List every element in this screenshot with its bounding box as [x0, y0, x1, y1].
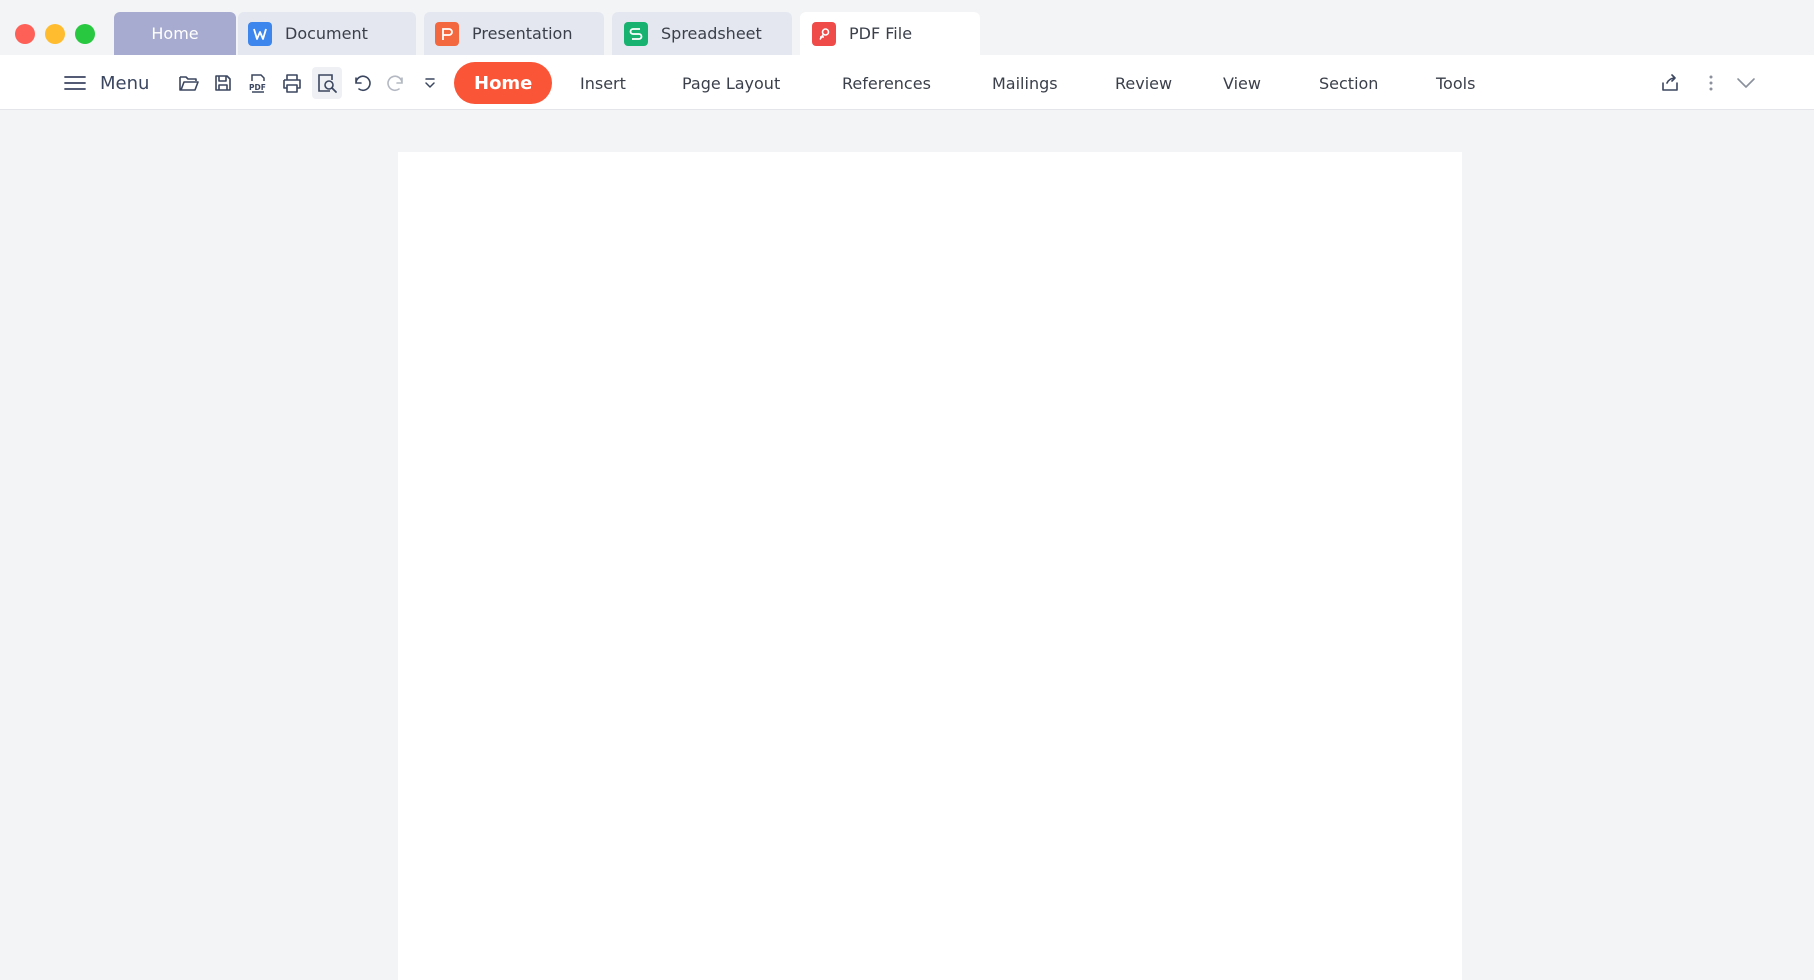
- menu-button[interactable]: Menu: [64, 67, 149, 99]
- ribbon-tab-mailings[interactable]: Mailings: [992, 68, 1058, 98]
- tab-home[interactable]: Home: [114, 12, 236, 55]
- window-maximize-button[interactable]: [75, 24, 95, 44]
- ribbon-tab-view[interactable]: View: [1223, 68, 1261, 98]
- collapse-ribbon-icon[interactable]: [1732, 69, 1760, 97]
- redo-icon[interactable]: [382, 69, 410, 97]
- menu-label: Menu: [100, 72, 150, 94]
- tab-presentation-label: Presentation: [472, 24, 573, 43]
- ribbon-tab-tools[interactable]: Tools: [1436, 68, 1475, 98]
- ribbon-tab-home[interactable]: Home: [454, 62, 553, 104]
- spreadsheet-icon: [624, 21, 648, 46]
- tab-home-label: Home: [151, 24, 199, 43]
- svg-text:PDF: PDF: [249, 83, 266, 92]
- ribbon-tab-insert[interactable]: Insert: [580, 68, 626, 98]
- window-minimize-button[interactable]: [45, 24, 65, 44]
- undo-icon[interactable]: [348, 69, 376, 97]
- print-preview-icon[interactable]: [312, 67, 342, 99]
- writer-doc-icon: [248, 21, 272, 46]
- tab-document-label: Document: [285, 24, 368, 43]
- tab-document[interactable]: Document: [238, 12, 416, 55]
- ribbon-tab-references[interactable]: References: [842, 68, 931, 98]
- export-pdf-icon[interactable]: PDF: [244, 69, 272, 97]
- tab-spreadsheet-label: Spreadsheet: [661, 24, 762, 43]
- document-page[interactable]: [398, 152, 1462, 980]
- more-options-icon[interactable]: [1697, 69, 1725, 97]
- presentation-icon: [435, 21, 459, 46]
- open-folder-icon[interactable]: [175, 69, 203, 97]
- ribbon-tab-review[interactable]: Review: [1115, 68, 1172, 98]
- save-icon[interactable]: [209, 69, 237, 97]
- ribbon-toolbar: Menu PDF Home Insert Page Layout Referen…: [0, 55, 1814, 110]
- tab-spreadsheet[interactable]: Spreadsheet: [612, 12, 792, 55]
- app-window: Home Document Presentation Spreadsheet P: [0, 0, 1814, 980]
- tab-presentation[interactable]: Presentation: [424, 12, 604, 55]
- pdf-icon: [812, 21, 836, 46]
- ribbon-tab-section[interactable]: Section: [1319, 68, 1378, 98]
- hamburger-icon: [64, 75, 86, 91]
- print-icon[interactable]: [278, 69, 306, 97]
- ribbon-tab-page-layout[interactable]: Page Layout: [682, 68, 780, 98]
- tab-pdf-file[interactable]: PDF File: [800, 12, 980, 55]
- customize-dropdown-icon[interactable]: [416, 69, 444, 97]
- title-bar: Home Document Presentation Spreadsheet P: [0, 0, 1814, 55]
- window-close-button[interactable]: [15, 24, 35, 44]
- share-icon[interactable]: [1656, 69, 1684, 97]
- tab-pdf-file-label: PDF File: [849, 24, 913, 43]
